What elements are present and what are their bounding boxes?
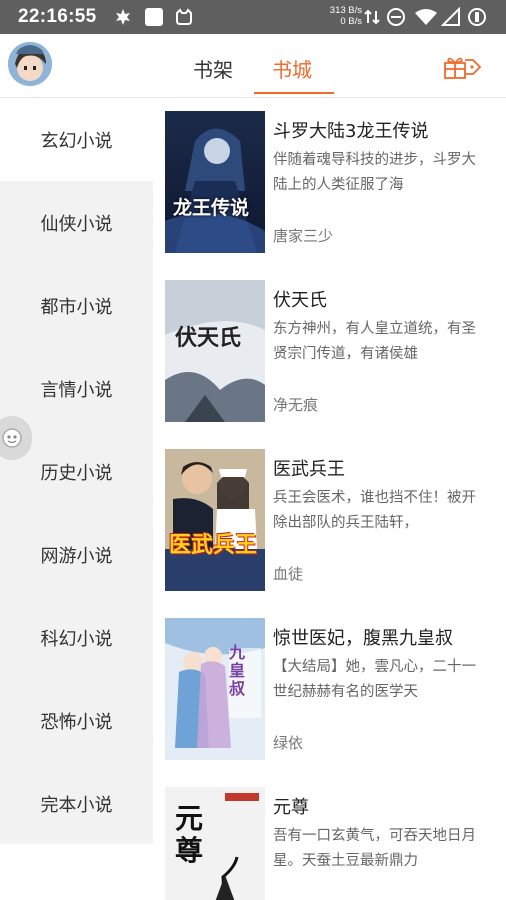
book-item[interactable]: 九皇叔 惊世医妃，腹黑九皇叔 【大结局】她，雲凡心，二十一世纪赫赫有名的医学天 … [165, 618, 506, 760]
book-cover-image [165, 618, 265, 760]
download-speed: 0 B/s [340, 16, 362, 27]
tab-bookshelf[interactable]: 书架 [193, 54, 233, 83]
cat-notification-icon [176, 8, 192, 25]
category-label: 网游小说 [40, 545, 113, 567]
book-description: 吾有一口玄黄气，可吞天地日月星。天蚕土豆最新鼎力 [273, 828, 476, 869]
category-label: 恐怖小说 [40, 711, 113, 733]
book-cover[interactable]: 九皇叔 [165, 618, 265, 760]
category-label: 都市小说 [40, 296, 113, 318]
leaf-notification-icon [116, 9, 130, 25]
book-cover[interactable]: 伏天氏 [165, 280, 265, 422]
category-label: 历史小说 [40, 462, 113, 484]
cover-title-art: 龙王传说 [173, 197, 250, 219]
category-item-yanqing[interactable]: 言情小说 [0, 347, 153, 430]
cover-title-art: 九皇叔 [229, 643, 246, 698]
wifi-icon [415, 9, 437, 25]
book-title: 医武兵王 [273, 459, 345, 480]
active-tab-indicator [254, 92, 334, 94]
app-notification-icon [145, 8, 163, 26]
top-header: 书架 书城 [0, 34, 506, 98]
category-item-wanben[interactable]: 完本小说 [0, 762, 153, 845]
category-label: 仙侠小说 [40, 213, 113, 235]
category-label: 言情小说 [40, 379, 113, 401]
book-description: 东方神州，有人皇立道统，有圣贤宗门传道，有诸侯雄 [273, 321, 476, 362]
category-item-kehuan[interactable]: 科幻小说 [0, 596, 153, 679]
book-cover-image [165, 111, 265, 253]
data-transfer-icon [364, 9, 380, 25]
cover-title-art: 医武兵王 [169, 533, 258, 558]
category-label: 科幻小说 [40, 628, 113, 650]
book-title: 伏天氏 [273, 290, 327, 311]
category-item-xianxia[interactable]: 仙侠小说 [0, 181, 153, 264]
book-author: 绿依 [273, 734, 304, 752]
network-speed: 313 B/s 0 B/s [316, 5, 362, 27]
category-item-xuanhuan[interactable]: 玄幻小说 [0, 98, 153, 181]
book-author: 净无痕 [273, 396, 319, 414]
book-title: 斗罗大陆3龙王传说 [273, 121, 429, 142]
signal-icon [441, 7, 460, 26]
book-title: 元尊 [273, 797, 309, 818]
book-description: 兵王会医术，谁也挡不住！被开除出部队的兵王陆轩， [273, 490, 476, 531]
cover-title-art: 伏天氏 [175, 325, 242, 351]
book-cover[interactable]: 龙王传说 [165, 111, 265, 253]
avatar-image [8, 42, 52, 86]
category-item-kongbu[interactable]: 恐怖小说 [0, 679, 153, 762]
book-cover-image [165, 449, 265, 591]
do-not-disturb-icon [387, 8, 405, 26]
book-author: 唐家三少 [273, 227, 334, 245]
assistant-face-icon [2, 428, 22, 448]
category-label: 完本小说 [40, 794, 113, 816]
battery-saver-icon [468, 8, 486, 26]
category-sidebar: 玄幻小说 仙侠小说 都市小说 言情小说 历史小说 网游小说 科幻小说 恐怖小说 … [0, 98, 153, 844]
book-cover[interactable]: 医武兵王 [165, 449, 265, 591]
category-item-dushi[interactable]: 都市小说 [0, 264, 153, 347]
gift-tag-icon[interactable] [443, 52, 483, 82]
book-cover[interactable]: 元尊 [165, 787, 265, 900]
book-item[interactable]: 医武兵王 医武兵王 兵王会医术，谁也挡不住！被开除出部队的兵王陆轩， 血徒 [165, 449, 506, 591]
cover-title-art: 元尊 [175, 802, 204, 867]
tab-bookstore[interactable]: 书城 [272, 54, 312, 83]
book-author: 血徒 [273, 565, 304, 583]
category-label: 玄幻小说 [40, 130, 113, 152]
book-item[interactable]: 伏天氏 伏天氏 东方神州，有人皇立道统，有圣贤宗门传道，有诸侯雄 净无痕 [165, 280, 506, 422]
book-description: 伴随着魂导科技的进步，斗罗大陆上的人类征服了海 [273, 152, 476, 193]
upload-speed: 313 B/s [329, 5, 362, 16]
book-item[interactable]: 龙王传说 斗罗大陆3龙王传说 伴随着魂导科技的进步，斗罗大陆上的人类征服了海 唐… [165, 111, 506, 253]
status-bar: 22:16:55 313 B/s 0 B/s [0, 0, 506, 34]
book-description: 【大结局】她，雲凡心，二十一世纪赫赫有名的医学天 [273, 659, 476, 700]
status-time: 22:16:55 [18, 6, 97, 27]
category-item-wangyou[interactable]: 网游小说 [0, 513, 153, 596]
book-item[interactable]: 元尊 元尊 吾有一口玄黄气，可吞天地日月星。天蚕土豆最新鼎力 [165, 787, 506, 900]
book-title: 惊世医妃，腹黑九皇叔 [273, 628, 453, 649]
user-avatar[interactable] [8, 42, 52, 86]
